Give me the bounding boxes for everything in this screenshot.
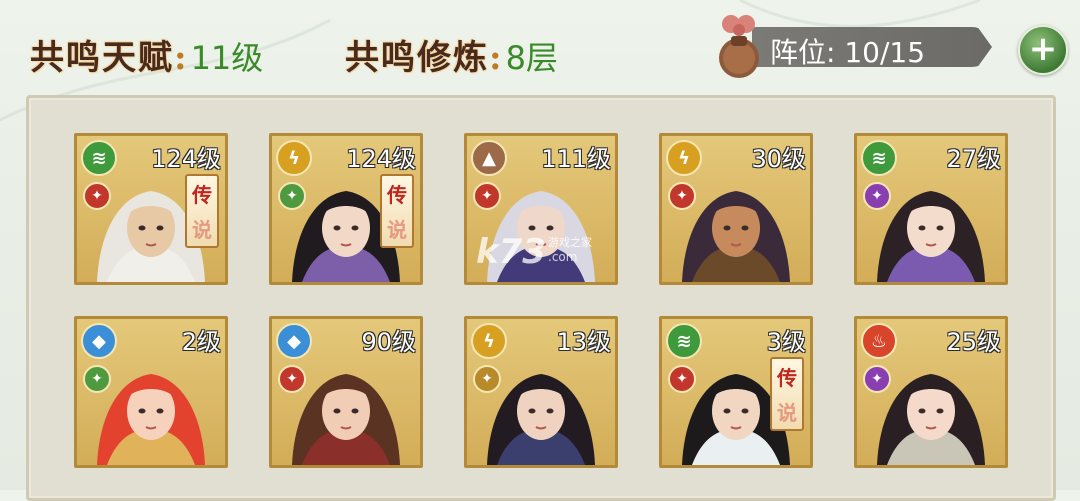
- water-icon: ◆: [81, 323, 117, 359]
- formation-slots-text: 阵位: 10/15: [770, 36, 926, 69]
- hero-card[interactable]: ϟ ✦ 13级: [464, 316, 618, 468]
- watermark-logo: k73: [476, 232, 546, 272]
- legendary-tag-bottom: 说: [192, 218, 212, 242]
- watermark-site: 游戏之家: [548, 236, 592, 249]
- hero-card[interactable]: ϟ ✦ 124级传说: [269, 133, 423, 285]
- fire-icon: ♨: [861, 323, 897, 359]
- hero-card[interactable]: ◆ ✦ 90级: [269, 316, 423, 468]
- hero-level: 13级: [556, 328, 611, 356]
- legendary-tag-top: 传: [777, 366, 797, 390]
- thunder-icon: ϟ: [666, 140, 702, 176]
- hero-class-icon: ✦: [473, 365, 501, 393]
- hero-card[interactable]: ♨ ✦ 25级: [854, 316, 1008, 468]
- hero-class-icon: ✦: [473, 182, 501, 210]
- hero-class-icon: ✦: [863, 182, 891, 210]
- legendary-tag: 传说: [380, 174, 414, 248]
- hero-level: 90级: [361, 328, 416, 356]
- resonance-talent-label: 共鸣天赋: [30, 38, 174, 78]
- resonance-talent-stat: 共鸣天赋 : 11级: [30, 30, 263, 79]
- wind-icon: ≋: [81, 140, 117, 176]
- thunder-icon: ϟ: [276, 140, 312, 176]
- colon: :: [489, 38, 502, 78]
- earth-icon: ▲: [471, 140, 507, 176]
- hero-level: 2级: [181, 328, 221, 356]
- hero-level: 3级: [766, 328, 806, 356]
- hero-class-icon: ✦: [863, 365, 891, 393]
- legendary-tag-bottom: 说: [777, 401, 797, 425]
- colon: :: [174, 38, 187, 78]
- legendary-tag: 传说: [770, 357, 804, 431]
- add-formation-slot-button[interactable]: +: [1018, 25, 1068, 75]
- hero-level: 124级: [346, 145, 416, 173]
- hero-card[interactable]: ≋ ✦ 124级传说: [74, 133, 228, 285]
- hero-level: 25级: [946, 328, 1001, 356]
- resonance-talent-value: 11级: [190, 39, 264, 77]
- hero-level: 124级: [151, 145, 221, 173]
- legendary-tag-top: 传: [192, 183, 212, 207]
- hero-level: 27级: [946, 145, 1001, 173]
- pouch-icon: [719, 15, 759, 78]
- hero-card[interactable]: ϟ ✦ 30级: [659, 133, 813, 285]
- hero-class-icon: ✦: [668, 182, 696, 210]
- hero-card[interactable]: ≋ ✦ 27级: [854, 133, 1008, 285]
- hero-class-icon: ✦: [668, 365, 696, 393]
- watermark-url: .com: [548, 250, 578, 264]
- hero-card[interactable]: ≋ ✦ 3级传说: [659, 316, 813, 468]
- legendary-tag: 传说: [185, 174, 219, 248]
- hero-class-icon: ✦: [278, 182, 306, 210]
- resonance-training-label: 共鸣修炼: [345, 38, 489, 78]
- resonance-training-stat: 共鸣修炼 : 8层: [345, 30, 558, 79]
- thunder-icon: ϟ: [471, 323, 507, 359]
- hero-class-icon: ✦: [278, 365, 306, 393]
- wind-icon: ≋: [861, 140, 897, 176]
- hero-class-icon: ✦: [83, 182, 111, 210]
- hero-level: 111级: [541, 145, 611, 173]
- hero-class-icon: ✦: [83, 365, 111, 393]
- hero-card[interactable]: ◆ ✦ 2级: [74, 316, 228, 468]
- resonance-training-value: 8层: [505, 39, 558, 77]
- formation-slots-banner: 阵位: 10/15: [752, 27, 992, 67]
- resonance-header: 共鸣天赋 : 11级 共鸣修炼 : 8层 阵位: 10/15 +: [0, 0, 1080, 92]
- hero-level: 30级: [751, 145, 806, 173]
- wind-icon: ≋: [666, 323, 702, 359]
- water-icon: ◆: [276, 323, 312, 359]
- legendary-tag-top: 传: [387, 183, 407, 207]
- resonance-hero-grid: ≋ ✦ 124级传说 ϟ ✦ 124级传说 ▲ ✦ 111级 ϟ ✦ 30级 ≋ ✦ 27级 ◆ ✦ 2级 ◆ ✦ 90…: [26, 95, 1056, 501]
- plus-icon: +: [1028, 28, 1058, 69]
- legendary-tag-bottom: 说: [387, 218, 407, 242]
